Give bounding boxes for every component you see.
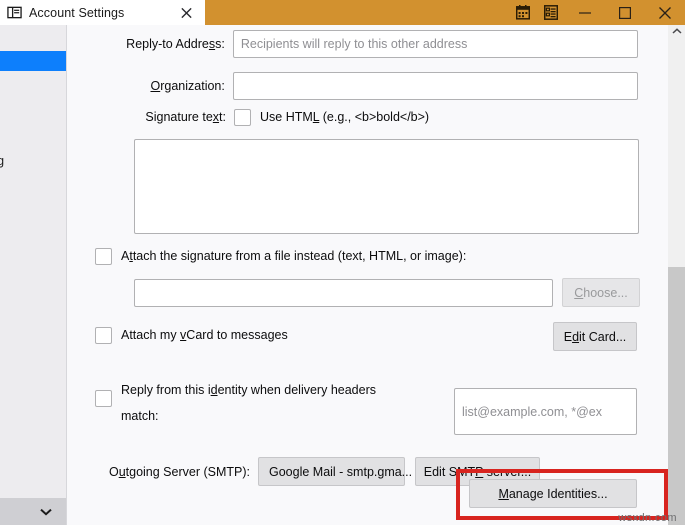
attach-vcard-checkbox[interactable] xyxy=(95,326,112,344)
organization-row: Organization: xyxy=(68,72,638,100)
attach-vcard-row: Attach my vCard to messages xyxy=(95,326,288,344)
scroll-up-icon[interactable] xyxy=(668,25,685,37)
reply-to-label-tail: s: xyxy=(215,37,225,51)
sidebar-item-4[interactable]: TP) xyxy=(0,403,66,423)
organization-label-tail: rganization: xyxy=(160,79,225,93)
window-controls xyxy=(509,0,685,25)
signature-text-label-text: Signature te xyxy=(145,110,213,124)
sidebar-item-1[interactable]: essing xyxy=(0,151,66,171)
sidebar-item-label: essing xyxy=(0,154,4,168)
choose-button-accesskey: C xyxy=(574,285,584,300)
reply-to-input[interactable] xyxy=(232,30,638,58)
reply-from-identity-input[interactable] xyxy=(454,388,637,435)
outgoing-server-label-tail: tgoing Server (SMTP): xyxy=(125,464,250,479)
identity-settings-pane: Reply-to Address: Organization: Signatur… xyxy=(68,25,668,525)
account-settings-window: Account Settings Reply-to Address: Recip… xyxy=(0,0,685,525)
attach-vcard-label-tail: Card to messages xyxy=(186,328,288,342)
outgoing-server-dropdown[interactable]: Google Mail - smtp.gma... xyxy=(258,457,433,486)
outgoing-server-label-head: O xyxy=(108,464,119,479)
reply-from-identity-label[interactable]: Reply from this identity when delivery h… xyxy=(121,377,453,429)
edit-card-button-accesskey: d xyxy=(572,329,580,344)
sidebar-item-3[interactable]: on xyxy=(0,236,66,256)
maximize-button[interactable] xyxy=(605,0,645,25)
sidebar-item-0[interactable]: m xyxy=(0,51,66,71)
use-html-label[interactable]: Use HTML (e.g., <b>bold</b>) xyxy=(260,108,429,126)
reply-from-identity-label-line2: match: xyxy=(121,409,159,423)
close-button[interactable] xyxy=(645,0,685,25)
tab-account-settings[interactable]: Account Settings xyxy=(0,0,205,25)
accounts-tree-sidebar[interactable]: m essing orage on TP) xyxy=(0,25,67,525)
organization-input[interactable] xyxy=(232,72,638,100)
content-scrollbar[interactable] xyxy=(668,25,685,525)
organization-label: Organization: xyxy=(68,79,225,93)
attach-signature-file-label-tail: tach the signature from a file instead (… xyxy=(132,249,467,263)
edit-card-button-label: it Card... xyxy=(579,329,627,344)
reply-from-identity-label-head: Reply from this i xyxy=(121,383,211,397)
signature-file-input[interactable] xyxy=(134,278,553,307)
outgoing-server-label: Outgoing Server (SMTP): xyxy=(68,465,250,479)
tasks-icon[interactable] xyxy=(537,0,565,25)
tab-label: Account Settings xyxy=(29,5,125,20)
title-bar: Account Settings xyxy=(0,0,685,25)
signature-textarea[interactable] xyxy=(134,139,639,234)
scrollbar-thumb[interactable] xyxy=(668,37,685,267)
watermark: wsxdn.com xyxy=(618,512,677,524)
organization-label-accesskey: O xyxy=(150,79,161,93)
choose-button-label: hoose... xyxy=(583,285,628,300)
use-html-label-tail: (e.g., <b>bold</b>) xyxy=(319,110,430,124)
attach-signature-file-checkbox[interactable] xyxy=(95,247,112,265)
reply-from-identity-label-accesskey: d xyxy=(210,383,218,397)
reply-from-identity-row: Reply from this identity when delivery h… xyxy=(95,377,453,429)
use-html-label-text: Use HTM xyxy=(260,110,313,124)
close-tab-icon[interactable] xyxy=(180,6,193,19)
edit-card-button-head: E xyxy=(563,329,573,344)
reply-from-identity-checkbox[interactable] xyxy=(95,390,112,407)
edit-smtp-button-label: server... xyxy=(483,464,532,479)
attach-vcard-label-head: Attach my xyxy=(121,328,181,342)
attach-signature-file-label[interactable]: Attach the signature from a file instead… xyxy=(121,247,466,265)
calendar-icon[interactable] xyxy=(509,0,537,25)
sidebar-item-2[interactable]: orage xyxy=(0,207,66,227)
manage-identities-button[interactable]: Manage Identities... xyxy=(469,479,637,508)
manage-identities-accesskey: M xyxy=(498,486,509,501)
use-html-checkbox[interactable] xyxy=(234,108,251,126)
outgoing-server-selected-value: Google Mail - smtp.gma... xyxy=(269,464,413,479)
signature-text-label-tail: t: xyxy=(219,110,226,124)
choose-file-button[interactable]: Choose... xyxy=(562,278,640,307)
reply-to-label: Reply-to Address: xyxy=(68,37,225,51)
edit-smtp-button-head: Edit SMT xyxy=(423,464,476,479)
minimize-button[interactable] xyxy=(565,0,605,25)
attach-signature-file-row: Attach the signature from a file instead… xyxy=(95,247,466,265)
signature-file-row: Choose... xyxy=(134,278,640,307)
signature-text-row: Signature text: Use HTML (e.g., <b>bold<… xyxy=(68,108,488,126)
sidebar-scrollbar[interactable] xyxy=(0,498,66,525)
outgoing-server-label-accesskey: u xyxy=(118,464,126,479)
reply-to-row: Reply-to Address: xyxy=(68,30,638,58)
edit-card-button[interactable]: Edit Card... xyxy=(553,322,637,351)
attach-vcard-label[interactable]: Attach my vCard to messages xyxy=(121,326,288,344)
signature-text-label: Signature text: xyxy=(68,110,226,124)
manage-identities-label: anage Identities... xyxy=(508,486,608,501)
reply-to-label-text: Reply-to Addre xyxy=(126,37,209,51)
reply-from-identity-label-tail: entity when delivery headers xyxy=(217,383,376,397)
account-settings-icon xyxy=(7,5,22,20)
chevron-down-icon[interactable] xyxy=(40,503,52,521)
